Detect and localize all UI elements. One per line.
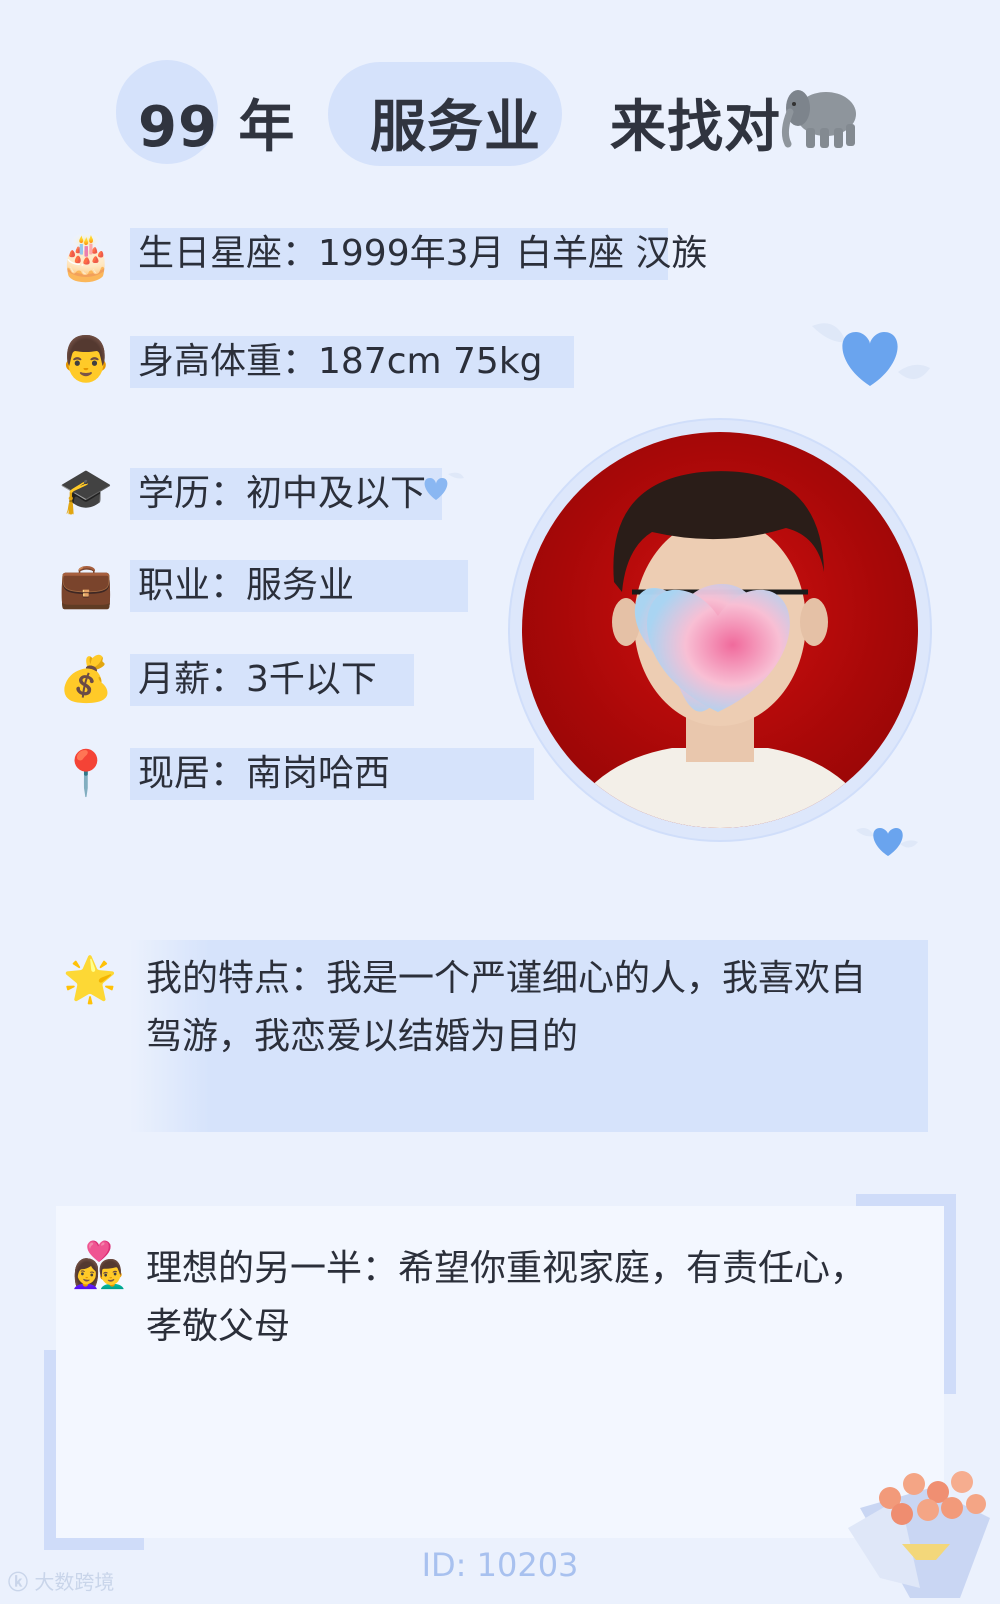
info-education: 学历：初中及以下 <box>138 473 427 514</box>
watermark-text: 大数跨境 <box>34 1570 115 1594</box>
profile-id: ID: 10203 <box>421 1546 579 1584</box>
money-bag-icon: 💰 <box>58 654 114 705</box>
briefcase-icon: 💼 <box>58 560 114 611</box>
location-pin-icon: 📍 <box>58 748 114 799</box>
header-year: 99 年 <box>138 95 296 160</box>
info-salary: 月薪：3千以下 <box>138 659 377 700</box>
graduation-cap-icon: 🎓 <box>58 466 114 517</box>
info-residence: 现居：南岗哈西 <box>138 753 391 794</box>
profile-photo <box>522 432 918 828</box>
traits-line-2: 驾游，我恋爱以结婚为目的 <box>146 1016 579 1057</box>
info-occupation: 职业：服务业 <box>138 565 355 606</box>
header-seeking: 来找对 <box>610 95 781 160</box>
birthday-cake-icon: 🎂 <box>58 232 114 283</box>
couple-heart-icon: 👩‍❤️‍👨 <box>71 1240 127 1291</box>
glowing-star-icon: 🌟 <box>62 954 118 1005</box>
info-height-weight: 身高体重：187cm 75kg <box>138 341 543 382</box>
traits-line-1: 我的特点：我是一个严谨细心的人，我喜欢自 <box>146 958 867 999</box>
man-face-icon: 👨 <box>58 334 114 385</box>
small-heart-icon <box>418 470 466 506</box>
small-heart-icon <box>852 822 922 862</box>
ideal-line-2: 孝敬父母 <box>146 1306 291 1347</box>
header-job: 服务业 <box>370 95 541 160</box>
winged-heart-icon <box>806 312 936 402</box>
watermark-logo-icon: ⓚ <box>8 1570 28 1594</box>
elephant-icon <box>776 72 866 162</box>
ideal-line-1: 理想的另一半：希望你重视家庭，有责任心， <box>146 1248 867 1289</box>
watermark: ⓚ 大数跨境 <box>8 1566 114 1595</box>
info-birthday: 生日星座：1999年3月 白羊座 汉族 <box>138 233 708 274</box>
